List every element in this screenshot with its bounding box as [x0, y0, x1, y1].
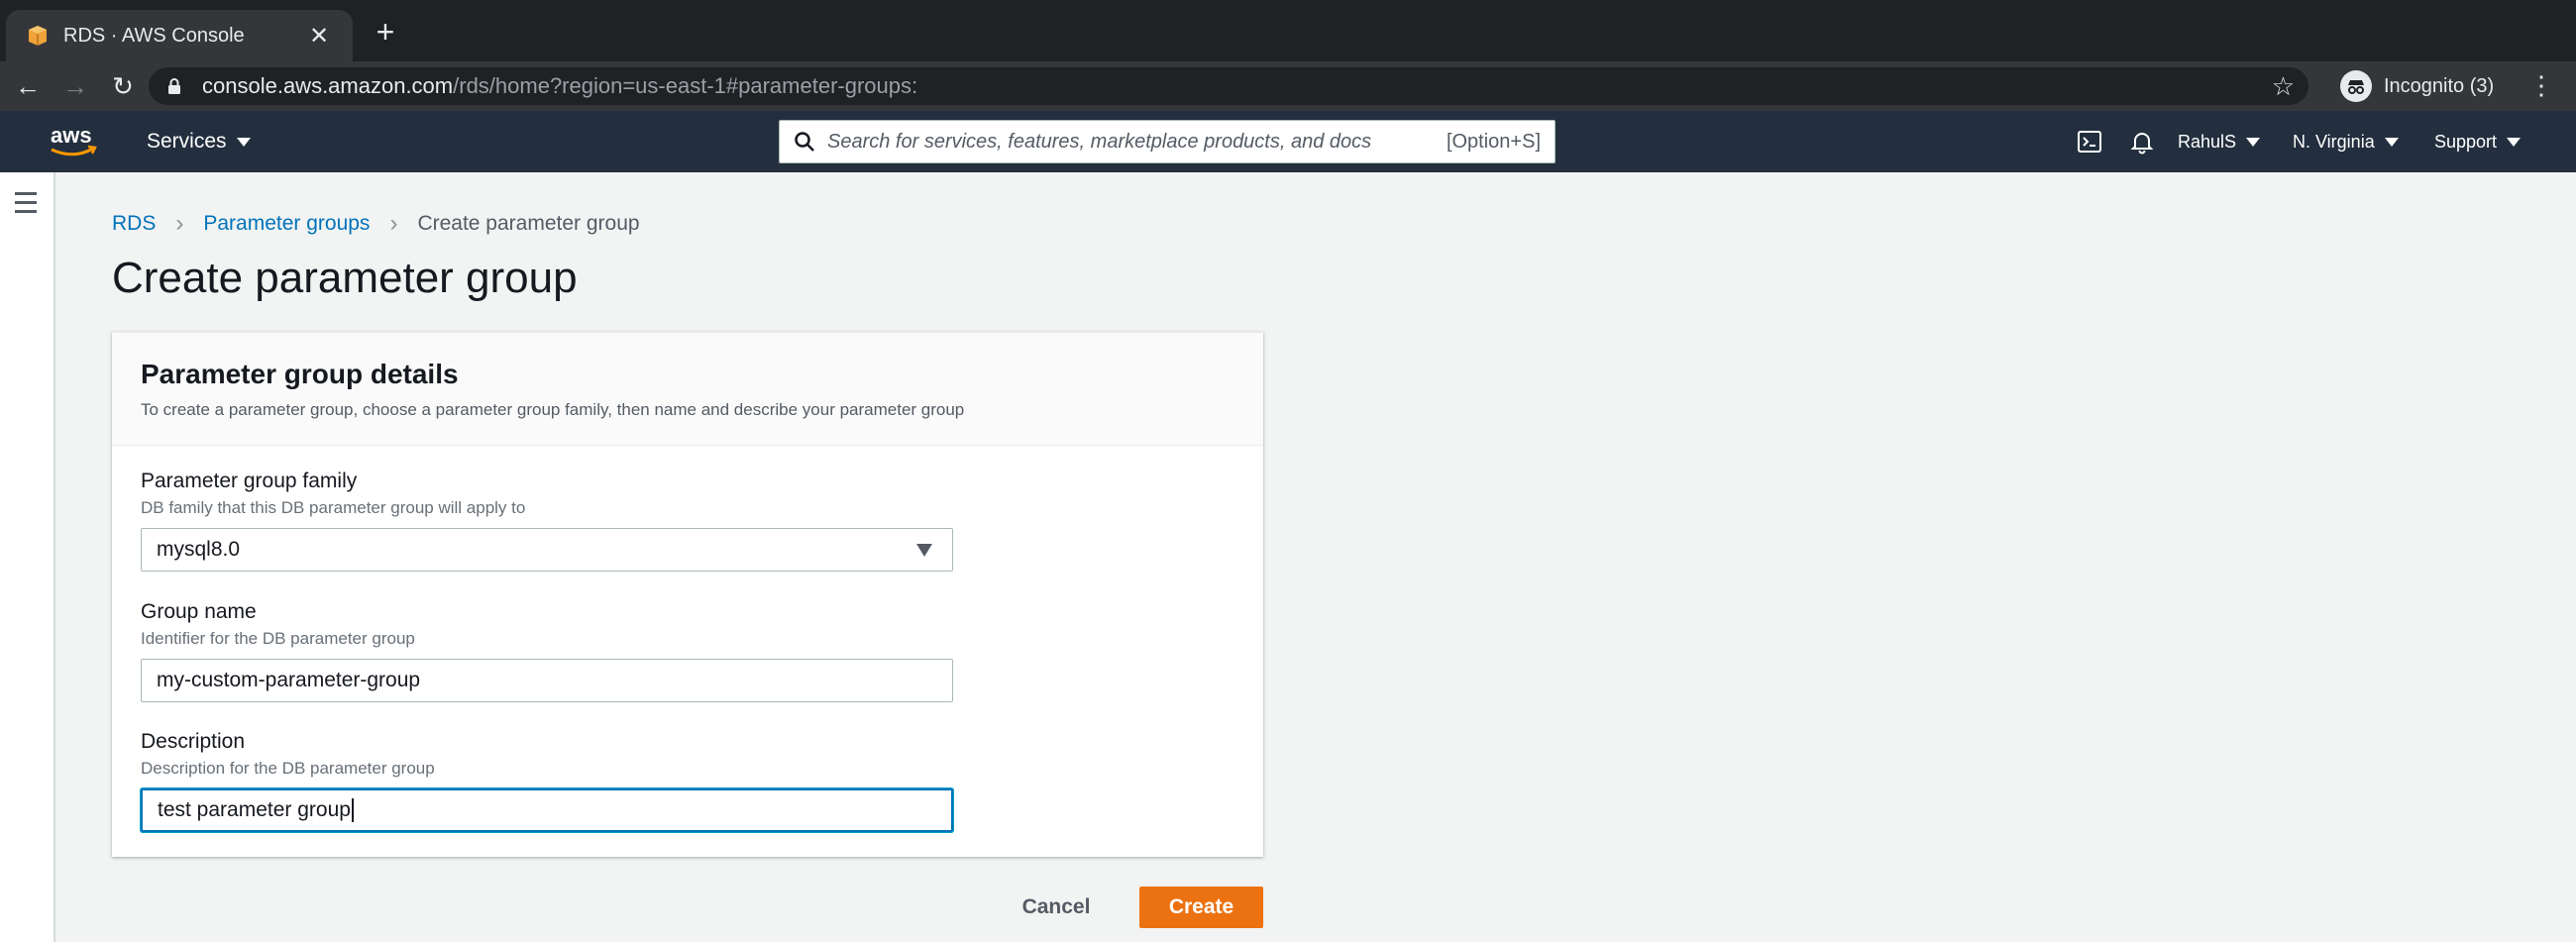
incognito-label: Incognito (3)	[2384, 74, 2495, 97]
reload-icon[interactable]: ↻	[99, 61, 147, 111]
bookmark-star-icon[interactable]: ☆	[2272, 71, 2295, 102]
address-bar[interactable]: console.aws.amazon.com /rds/home?region=…	[149, 67, 2308, 105]
search-shortcut-hint: [Option+S]	[1446, 130, 1541, 153]
services-label: Services	[147, 130, 227, 153]
new-tab-icon[interactable]: +	[369, 16, 402, 48]
description-field: Description Description for the DB param…	[141, 730, 953, 832]
svg-text:aws: aws	[51, 123, 92, 148]
caret-down-icon	[2246, 137, 2261, 147]
family-hint: DB family that this DB parameter group w…	[141, 498, 526, 517]
notifications-bell-icon[interactable]	[2129, 111, 2155, 172]
incognito-icon	[2340, 70, 2372, 102]
region-menu[interactable]: N. Virginia	[2293, 111, 2399, 172]
incognito-indicator[interactable]: Incognito (3)	[2340, 67, 2494, 105]
page-title: Create parameter group	[112, 254, 578, 302]
browser-tab[interactable]: RDS · AWS Console ✕	[6, 10, 353, 61]
back-icon[interactable]: ←	[4, 61, 52, 111]
caret-down-icon	[2507, 137, 2522, 147]
description-input[interactable]: test parameter group	[141, 788, 953, 832]
chevron-right-icon: ›	[389, 210, 398, 237]
forward-icon[interactable]: →	[52, 61, 99, 111]
aws-logo[interactable]: aws	[48, 123, 99, 160]
caret-down-icon	[916, 544, 932, 557]
group-name-label: Group name	[141, 600, 257, 623]
url-path: /rds/home?region=us-east-1#parameter-gro…	[453, 73, 918, 98]
tab-title: RDS · AWS Console	[63, 24, 245, 47]
search-input[interactable]	[827, 130, 1447, 154]
family-select[interactable]: mysql8.0	[141, 528, 953, 572]
menu-hamburger-icon[interactable]	[15, 192, 37, 219]
panel-description: To create a parameter group, choose a pa…	[141, 400, 965, 419]
caret-down-icon	[2384, 137, 2399, 147]
search-icon	[795, 132, 814, 152]
group-name-input[interactable]: my-custom-parameter-group	[141, 659, 953, 702]
aws-top-navigation: aws Services [Option+S] RahulS N. Virgin…	[0, 111, 2576, 172]
account-name: RahulS	[2178, 131, 2237, 152]
breadcrumb: RDS › Parameter groups › Create paramete…	[112, 210, 640, 238]
cloudshell-icon[interactable]	[2077, 111, 2102, 172]
group-name-hint: Identifier for the DB parameter group	[141, 629, 415, 648]
create-button[interactable]: Create	[1139, 887, 1263, 928]
breadcrumb-current: Create parameter group	[417, 212, 640, 235]
breadcrumb-rds[interactable]: RDS	[112, 212, 156, 236]
region-name: N. Virginia	[2293, 131, 2375, 152]
support-label: Support	[2434, 131, 2498, 152]
browser-toolbar: ← → ↻ console.aws.amazon.com /rds/home?r…	[0, 61, 2576, 111]
group-name-value: my-custom-parameter-group	[157, 669, 421, 691]
panel-header: Parameter group details To create a para…	[112, 333, 1263, 446]
lock-icon	[168, 78, 180, 94]
group-name-field: Group name Identifier for the DB paramet…	[141, 600, 953, 702]
browser-menu-icon[interactable]: ⋮	[2528, 71, 2554, 99]
cancel-button[interactable]: Cancel	[1011, 888, 1102, 927]
aws-favicon-icon	[29, 26, 47, 46]
family-select-value: mysql8.0	[157, 538, 241, 561]
browser-tab-bar: RDS · AWS Console ✕ +	[0, 0, 2576, 61]
description-label: Description	[141, 730, 246, 753]
close-tab-icon[interactable]: ✕	[305, 22, 333, 51]
family-field: Parameter group family DB family that th…	[141, 470, 953, 572]
account-menu[interactable]: RahulS	[2178, 111, 2261, 172]
caret-down-icon	[236, 137, 251, 147]
description-value: test parameter group	[158, 798, 351, 821]
url-host: console.aws.amazon.com	[202, 73, 454, 98]
panel-title: Parameter group details	[141, 359, 459, 389]
services-menu[interactable]: Services	[147, 111, 251, 172]
side-navigation	[0, 172, 55, 942]
breadcrumb-parameter-groups[interactable]: Parameter groups	[203, 212, 370, 236]
service-search[interactable]: [Option+S]	[779, 120, 1556, 163]
parameter-group-details-panel: Parameter group details To create a para…	[112, 332, 1263, 857]
description-hint: Description for the DB parameter group	[141, 759, 435, 778]
chevron-right-icon: ›	[175, 210, 184, 237]
text-cursor	[351, 798, 354, 822]
support-menu[interactable]: Support	[2434, 111, 2522, 172]
family-label: Parameter group family	[141, 470, 358, 492]
